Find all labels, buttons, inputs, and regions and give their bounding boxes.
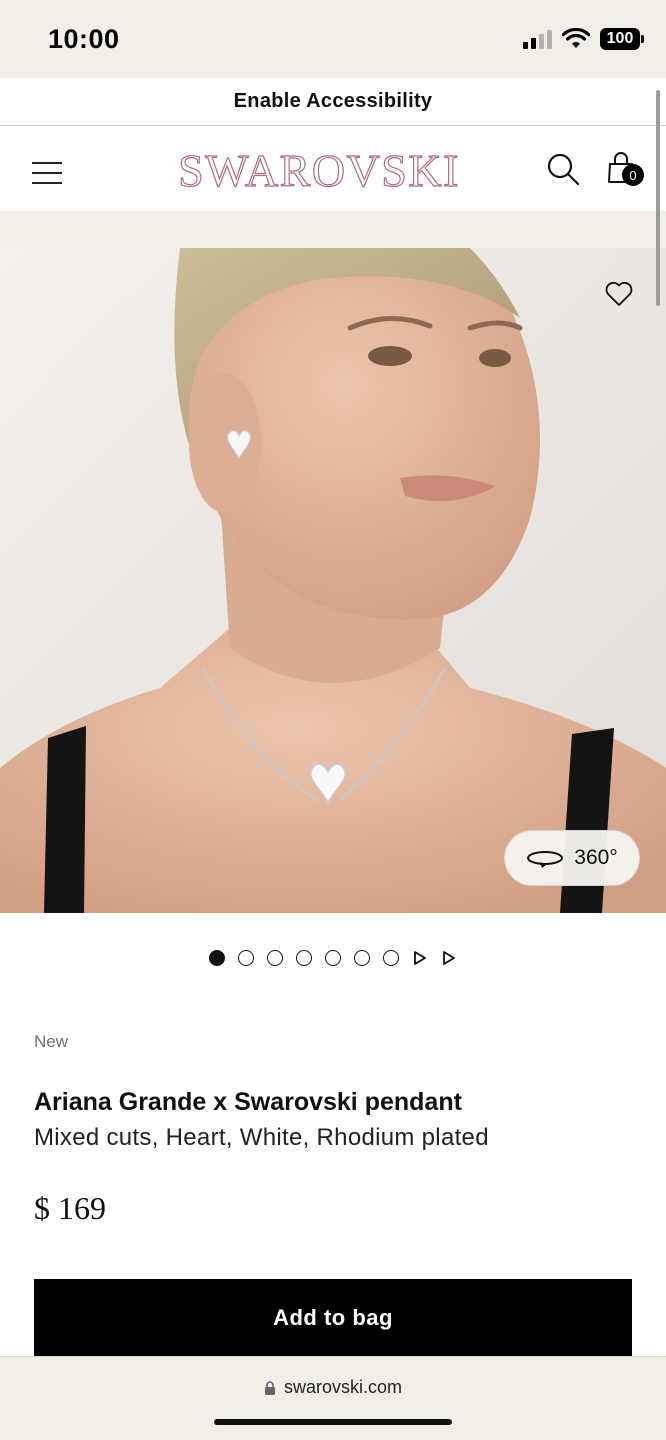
carousel-video-play-icon[interactable] — [412, 950, 428, 966]
wifi-icon — [562, 28, 590, 48]
product-subtitle: Mixed cuts, Heart, White, Rhodium plated — [34, 1124, 489, 1151]
carousel-dot[interactable] — [383, 950, 399, 966]
view-360-label: 360° — [574, 846, 618, 869]
carousel-dot[interactable] — [325, 950, 341, 966]
status-icons: 100 — [523, 28, 644, 50]
heart-icon[interactable] — [604, 280, 634, 308]
url-field[interactable]: swarovski.com — [0, 1377, 666, 1398]
model-wearing-pendant-image — [0, 248, 666, 913]
site-header: SWAROVSKI — [0, 126, 666, 211]
carousel-dot[interactable] — [354, 950, 370, 966]
product-price: $ 169 — [34, 1190, 106, 1226]
url-text: swarovski.com — [283, 1377, 403, 1397]
home-indicator[interactable] — [214, 1419, 452, 1425]
carousel-dot[interactable] — [209, 950, 225, 966]
status-time: 10:00 — [48, 24, 120, 54]
cellular-signal-icon — [523, 29, 552, 49]
product-image[interactable] — [0, 248, 666, 913]
search-icon[interactable] — [546, 152, 580, 186]
page-scrollbar[interactable] — [656, 90, 660, 306]
carousel-dot[interactable] — [296, 950, 312, 966]
lock-icon — [264, 1380, 275, 1395]
menu-icon[interactable] — [32, 162, 62, 184]
product-title: Ariana Grande x Swarovski pendant — [34, 1088, 462, 1116]
rotate-360-icon — [527, 851, 564, 868]
carousel-dot[interactable] — [267, 950, 283, 966]
carousel-pagination — [0, 950, 666, 966]
bag-count-badge: 0 — [622, 164, 644, 186]
browser-address-bar: swarovski.com — [0, 1356, 666, 1440]
carousel-dot[interactable] — [238, 950, 254, 966]
enable-accessibility-link[interactable]: Enable Accessibility — [0, 78, 666, 126]
carousel-video-play-icon[interactable] — [441, 950, 457, 966]
add-to-bag-button[interactable]: Add to bag — [34, 1279, 632, 1357]
new-badge: New — [34, 1032, 69, 1051]
brand-logo[interactable]: SWAROVSKI — [168, 144, 470, 197]
battery-icon: 100 — [600, 28, 644, 50]
status-bar: 10:00 100 — [0, 0, 666, 78]
view-360-button[interactable]: 360° — [504, 830, 640, 886]
promo-strip — [0, 211, 666, 248]
